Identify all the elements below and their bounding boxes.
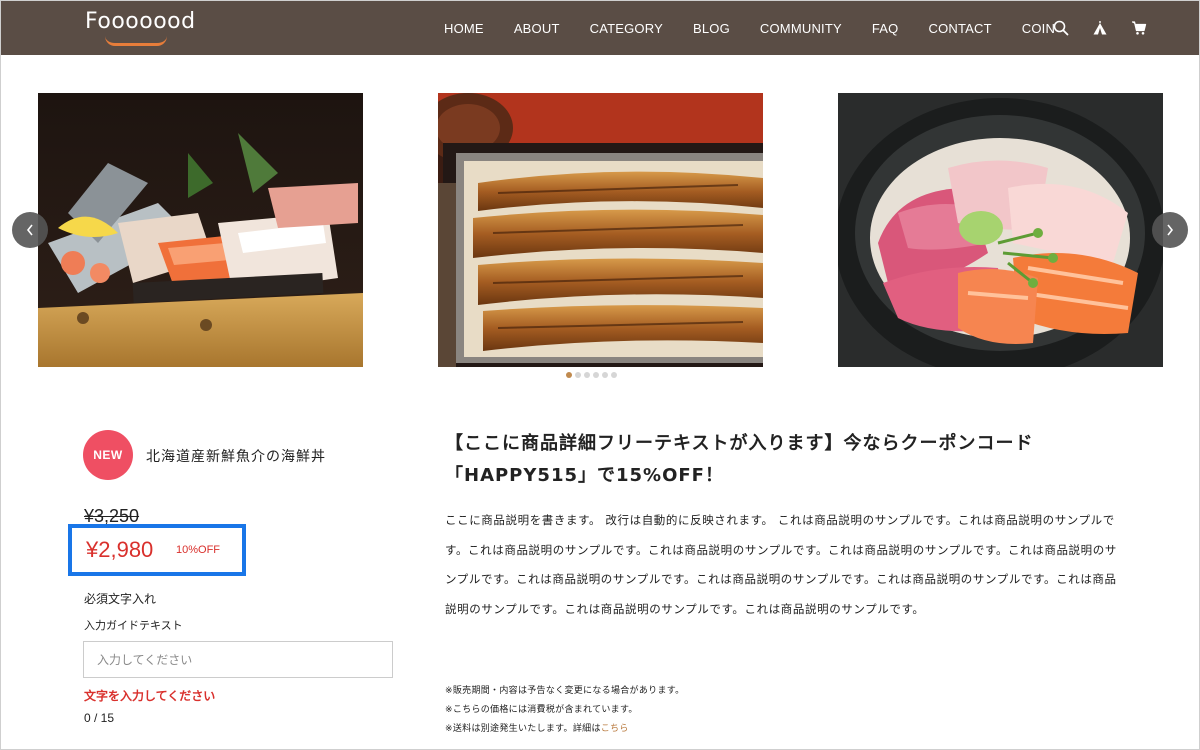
site-logo[interactable]: Fooooood — [85, 9, 196, 34]
slider-dot[interactable] — [593, 372, 599, 378]
engraving-text-input[interactable] — [83, 641, 393, 678]
logo-smile-mark — [105, 36, 167, 46]
chevron-right-icon — [1167, 224, 1174, 236]
required-text-label: 必須文字入れ — [84, 592, 157, 606]
slider-dot[interactable] — [575, 372, 581, 378]
product-detail-headline: 【ここに商品詳細フリーテキストが入ります】今ならクーポンコード「HAPPY515… — [445, 433, 1034, 486]
note-sales-period: ※販売期間・内容は予告なく変更になる場合があります。 — [445, 686, 685, 696]
slider-dot[interactable] — [602, 372, 608, 378]
cart-icon[interactable] — [1129, 18, 1149, 38]
note-tax-included: ※こちらの価格には消費税が含まれています。 — [445, 705, 638, 715]
chevron-left-icon — [26, 224, 33, 236]
nav-community[interactable]: COMMUNITY — [760, 21, 842, 36]
input-error-message: 文字を入力してください — [84, 689, 216, 703]
header-icons — [1051, 18, 1168, 38]
shipping-details-link[interactable]: こちら — [601, 724, 629, 734]
slider-dot[interactable] — [584, 372, 590, 378]
slider-prev-button[interactable] — [12, 212, 48, 248]
tent-icon[interactable] — [1090, 18, 1110, 38]
site-header: Fooooood HOME ABOUT CATEGORY BLOG COMMUN… — [1, 1, 1199, 55]
new-badge: NEW — [83, 430, 133, 480]
unagi-don-image[interactable] — [438, 93, 763, 367]
nav-blog[interactable]: BLOG — [693, 21, 730, 36]
nav-home[interactable]: HOME — [444, 21, 484, 36]
search-icon[interactable] — [1051, 18, 1071, 38]
slider-next-button[interactable] — [1152, 212, 1188, 248]
sashimi-boat-image[interactable] — [38, 93, 363, 367]
price-highlight-box: ¥2,980 10%OFF — [68, 524, 246, 576]
main-nav: HOME ABOUT CATEGORY BLOG COMMUNITY FAQ C… — [444, 1, 1085, 55]
product-name: 北海道産新鮮魚介の海鮮丼 — [146, 449, 326, 465]
slider-dots — [566, 372, 620, 378]
nav-about[interactable]: ABOUT — [514, 21, 560, 36]
slider-dot[interactable] — [611, 372, 617, 378]
sale-price: ¥2,980 — [86, 537, 154, 562]
character-counter: 0 / 15 — [84, 711, 115, 725]
nav-faq[interactable]: FAQ — [872, 21, 899, 36]
discount-label: 10%OFF — [176, 544, 221, 556]
note-shipping-text: ※送料は別途発生いたします。詳細は — [445, 724, 601, 734]
note-shipping: ※送料は別途発生いたします。詳細はこちら — [445, 721, 629, 734]
nav-contact[interactable]: CONTACT — [928, 21, 991, 36]
nav-category[interactable]: CATEGORY — [590, 21, 663, 36]
slider-dot[interactable] — [566, 372, 572, 378]
input-guide-text: 入力ガイドテキスト — [84, 619, 183, 632]
product-description: ここに商品説明を書きます。 改行は自動的に反映されます。 これは商品説明のサンプ… — [445, 513, 1117, 616]
kaisendon-image[interactable] — [838, 93, 1163, 367]
